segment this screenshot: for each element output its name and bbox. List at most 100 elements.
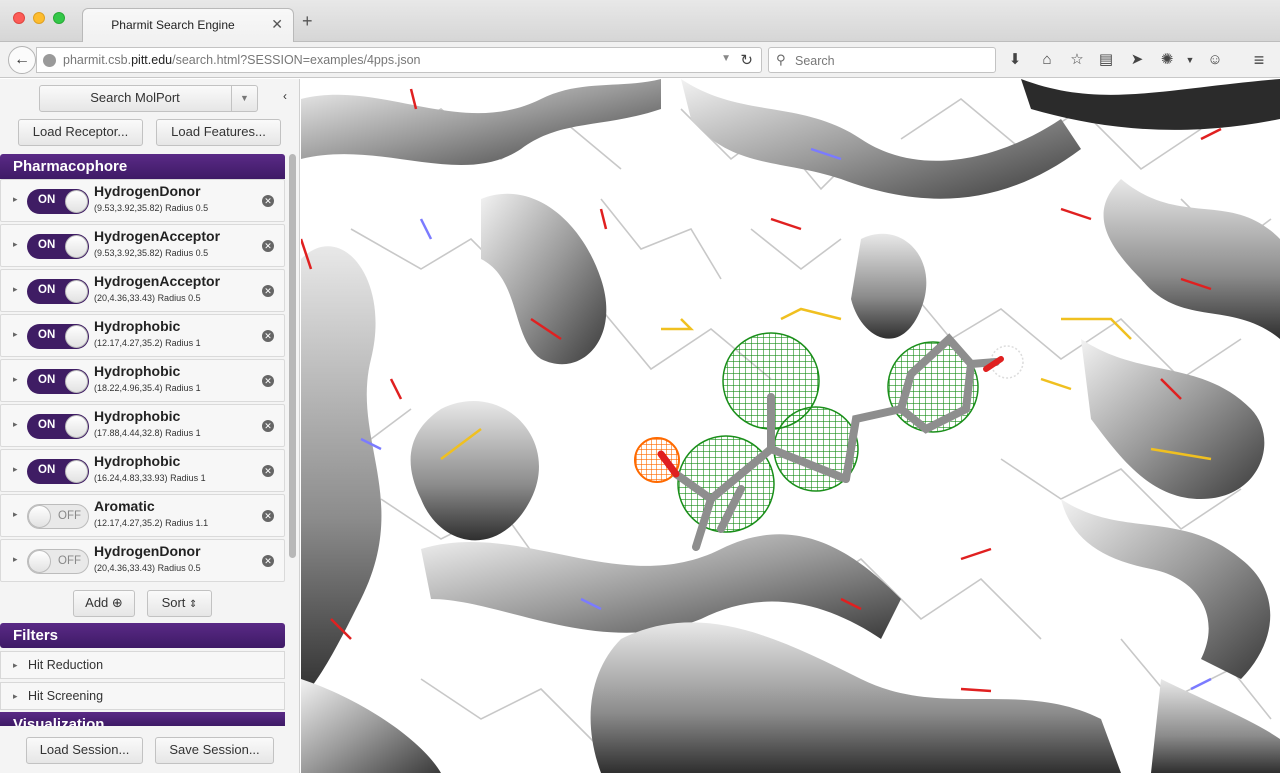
chevron-down-icon[interactable]: ▼ — [231, 86, 257, 111]
molecule-viewer[interactable] — [301, 79, 1280, 773]
feature-detail: (12.17,4.27,35.2) Radius 1 — [94, 338, 201, 348]
feature-row[interactable]: ▸ ON HydrogenAcceptor (20,4.36,33.43) Ra… — [0, 269, 285, 312]
visualization-header[interactable]: Visualization — [0, 712, 285, 726]
toggle-label: OFF — [58, 555, 81, 567]
toggle-label: OFF — [58, 510, 81, 522]
toggle-knob — [65, 190, 88, 213]
feature-row[interactable]: ▸ ON Hydrophobic (18.22,4.96,35.4) Radiu… — [0, 359, 285, 402]
plus-circle-icon: ⊕ — [111, 595, 123, 610]
filter-hit-screening[interactable]: ▸ Hit Screening — [0, 682, 285, 710]
load-receptor-button[interactable]: Load Receptor... — [18, 119, 143, 146]
add-feature-button[interactable]: Add ⊕ — [73, 590, 135, 617]
remove-feature-icon[interactable]: ✕ — [262, 240, 274, 252]
toggle-knob — [65, 325, 88, 348]
toggle-knob — [65, 370, 88, 393]
url-bar[interactable]: pharmit.csb.pitt.edu/search.html?SESSION… — [36, 47, 762, 73]
send-icon[interactable]: ➤ — [1127, 50, 1147, 70]
feature-scrollbar[interactable] — [289, 154, 297, 634]
chevron-down-icon[interactable]: ▼ — [1180, 50, 1200, 70]
back-button[interactable]: ← — [8, 46, 36, 74]
expand-icon[interactable]: ▸ — [13, 284, 18, 295]
expand-icon[interactable]: ▸ — [13, 464, 18, 475]
save-session-button[interactable]: Save Session... — [155, 737, 274, 764]
feature-row[interactable]: ▸ OFF HydrogenDonor (20,4.36,33.43) Radi… — [0, 539, 285, 582]
pharmacophore-header[interactable]: Pharmacophore — [0, 154, 285, 179]
feature-toggle[interactable]: OFF — [27, 549, 89, 574]
feature-row[interactable]: ▸ ON Hydrophobic (16.24,4.83,33.93) Radi… — [0, 449, 285, 492]
remove-feature-icon[interactable]: ✕ — [262, 420, 274, 432]
window-maximize-button[interactable] — [53, 12, 65, 24]
expand-icon[interactable]: ▸ — [13, 239, 18, 250]
reload-icon[interactable]: ↻ — [740, 51, 753, 69]
feature-name: HydrogenAcceptor — [94, 228, 221, 244]
feature-row[interactable]: ▸ ON HydrogenAcceptor (9.53,3.92,35.82) … — [0, 224, 285, 267]
sort-label: Sort — [161, 595, 186, 610]
browser-tab[interactable]: Pharmit Search Engine ✕ — [82, 8, 294, 42]
window-minimize-button[interactable] — [33, 12, 45, 24]
feature-row[interactable]: ▸ OFF Aromatic (12.17,4.27,35.2) Radius … — [0, 494, 285, 537]
feature-name: Hydrophobic — [94, 453, 181, 469]
download-icon[interactable]: ⬇ — [1005, 50, 1025, 70]
search-molport-button[interactable]: Search MolPort ▼ — [39, 85, 258, 112]
expand-icon[interactable]: ▸ — [13, 194, 18, 205]
sort-button[interactable]: Sort ⇕ — [147, 590, 212, 617]
toggle-knob — [65, 280, 88, 303]
scrollbar-thumb[interactable] — [289, 154, 296, 558]
remove-feature-icon[interactable]: ✕ — [262, 285, 274, 297]
expand-icon[interactable]: ▸ — [13, 374, 18, 385]
browser-search-input[interactable]: ⚲ Search — [768, 47, 996, 73]
filter-hit-reduction[interactable]: ▸ Hit Reduction — [0, 651, 285, 679]
bookmark-star-icon[interactable]: ☆ — [1067, 50, 1087, 70]
toggle-label: ON — [38, 239, 56, 251]
feature-name: Aromatic — [94, 498, 155, 514]
remove-feature-icon[interactable]: ✕ — [262, 195, 274, 207]
search-icon: ⚲ — [776, 52, 786, 67]
url-text[interactable]: pharmit.csb.pitt.edu/search.html?SESSION… — [63, 53, 421, 67]
home-icon[interactable]: ⌂ — [1037, 50, 1057, 70]
new-tab-button[interactable]: + — [302, 12, 313, 30]
chat-icon[interactable]: ☺ — [1205, 50, 1225, 70]
feature-name: HydrogenDonor — [94, 543, 201, 559]
feature-detail: (12.17,4.27,35.2) Radius 1.1 — [94, 518, 209, 528]
remove-feature-icon[interactable]: ✕ — [262, 465, 274, 477]
feature-toggle[interactable]: ON — [27, 414, 89, 439]
remove-feature-icon[interactable]: ✕ — [262, 555, 274, 567]
expand-icon[interactable]: ▸ — [13, 683, 18, 709]
feature-toggle[interactable]: ON — [27, 324, 89, 349]
expand-icon[interactable]: ▸ — [13, 329, 18, 340]
feature-toggle[interactable]: ON — [27, 234, 89, 259]
feature-detail: (18.22,4.96,35.4) Radius 1 — [94, 383, 201, 393]
expand-icon[interactable]: ▸ — [13, 419, 18, 430]
feature-row[interactable]: ▸ ON Hydrophobic (17.88,4.44,32.8) Radiu… — [0, 404, 285, 447]
feature-toggle[interactable]: OFF — [27, 504, 89, 529]
collapse-sidebar-icon[interactable]: ‹ — [283, 89, 287, 103]
feature-row[interactable]: ▸ ON Hydrophobic (12.17,4.27,35.2) Radiu… — [0, 314, 285, 357]
feature-detail: (9.53,3.92,35.82) Radius 0.5 — [94, 203, 209, 213]
extension-icon[interactable]: ✺ — [1157, 50, 1177, 70]
remove-feature-icon[interactable]: ✕ — [262, 375, 274, 387]
filters-header[interactable]: Filters — [0, 623, 285, 648]
remove-feature-icon[interactable]: ✕ — [262, 510, 274, 522]
close-icon[interactable]: ✕ — [271, 16, 283, 33]
toggle-knob — [28, 505, 51, 528]
window-close-button[interactable] — [13, 12, 25, 24]
feature-toggle[interactable]: ON — [27, 459, 89, 484]
chevron-down-icon[interactable]: ▼ — [721, 53, 731, 64]
viewer-canvas[interactable] — [301, 79, 1280, 773]
remove-feature-icon[interactable]: ✕ — [262, 330, 274, 342]
feature-toggle[interactable]: ON — [27, 189, 89, 214]
feature-row[interactable]: ▸ ON HydrogenDonor (9.53,3.92,35.82) Rad… — [0, 179, 285, 222]
expand-icon[interactable]: ▸ — [13, 554, 18, 565]
sidebar: Search MolPort ▼ ‹ Load Receptor... Load… — [0, 79, 300, 773]
reading-list-icon[interactable]: ▤ — [1096, 50, 1116, 70]
expand-icon[interactable]: ▸ — [13, 652, 18, 678]
feature-detail: (20,4.36,33.43) Radius 0.5 — [94, 293, 201, 303]
feature-detail: (9.53,3.92,35.82) Radius 0.5 — [94, 248, 209, 258]
add-label: Add — [85, 595, 109, 610]
feature-toggle[interactable]: ON — [27, 279, 89, 304]
expand-icon[interactable]: ▸ — [13, 509, 18, 520]
menu-icon[interactable]: ≡ — [1249, 50, 1269, 70]
load-session-button[interactable]: Load Session... — [26, 737, 143, 764]
feature-toggle[interactable]: ON — [27, 369, 89, 394]
load-features-button[interactable]: Load Features... — [156, 119, 281, 146]
